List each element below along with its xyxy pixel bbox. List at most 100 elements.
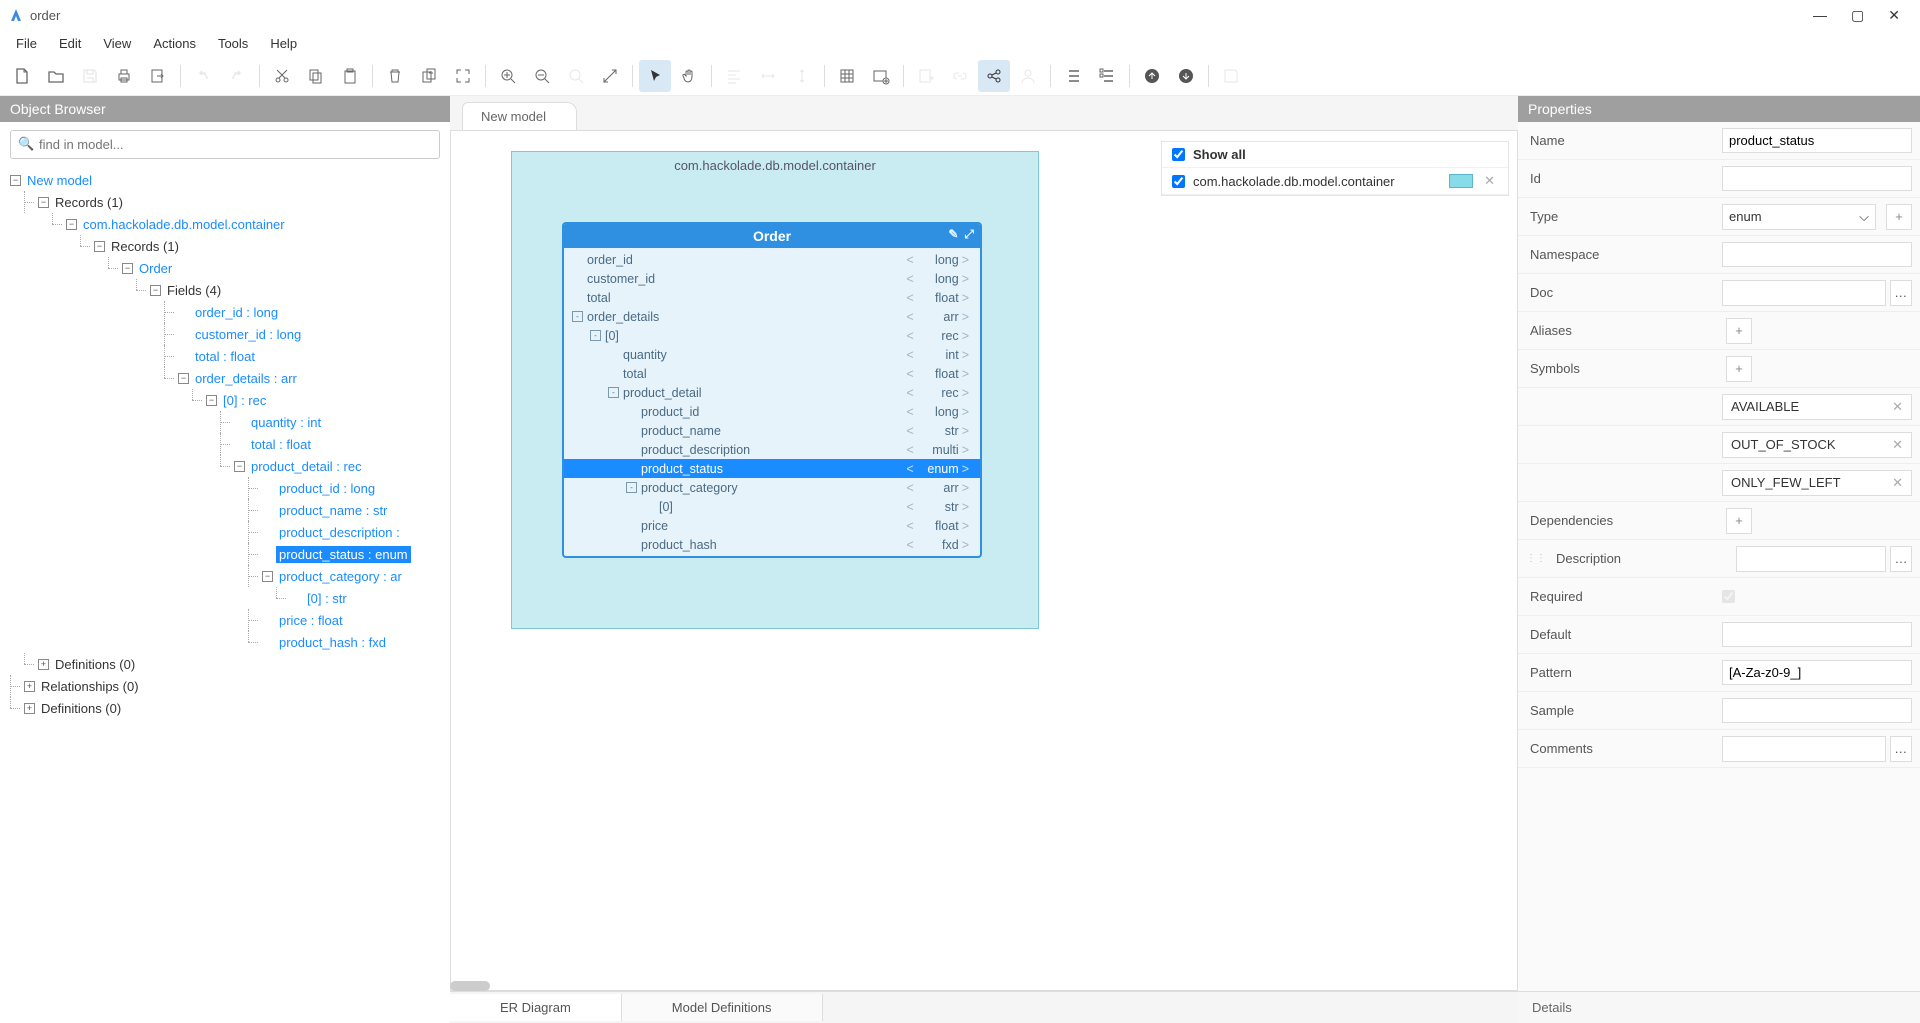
tree-field[interactable]: order_id : long [192,304,281,321]
search-input[interactable] [10,130,440,159]
cut-icon[interactable] [266,60,298,92]
grip-icon[interactable]: ⋮⋮ [1526,553,1552,564]
export-icon[interactable] [142,60,174,92]
model-definitions-tab[interactable]: Model Definitions [622,994,823,1021]
add-dependency-button[interactable]: + [1726,508,1752,534]
tree-toggle[interactable]: − [234,461,245,472]
entity-order[interactable]: Order ✎ ⤢ order_id<long>customer_id<long… [562,222,982,558]
tree-field[interactable]: total : float [192,348,258,365]
prop-pattern-input[interactable] [1722,660,1912,685]
field-toggle[interactable]: - [608,387,619,398]
close-icon[interactable]: ✕ [1888,7,1900,24]
fit-icon[interactable] [447,60,479,92]
tree-root[interactable]: New model [24,172,95,189]
new-file-icon[interactable] [6,60,38,92]
minimize-icon[interactable]: ― [1813,7,1827,24]
entity-field-row[interactable]: product_hash<fxd> [564,535,980,554]
tree-toggle[interactable]: + [24,681,35,692]
tree-order[interactable]: Order [136,260,175,277]
er-diagram-tab[interactable]: ER Diagram [450,994,622,1021]
remove-symbol-icon[interactable]: ✕ [1892,475,1903,491]
entity-field-row[interactable]: -product_detail<rec> [564,383,980,402]
container-box[interactable]: com.hackolade.db.model.container Order ✎… [511,151,1039,629]
tree-toggle[interactable]: − [122,263,133,274]
symbol-value[interactable]: AVAILABLE✕ [1722,394,1912,420]
entity-field-row[interactable]: -product_category<arr> [564,478,980,497]
prop-id-input[interactable] [1722,166,1912,191]
tree-toggle[interactable]: − [38,197,49,208]
menu-help[interactable]: Help [260,33,307,54]
more-button[interactable]: … [1890,280,1912,306]
hand-icon[interactable] [673,60,705,92]
remove-icon[interactable]: ✕ [1481,173,1498,189]
add-symbol-button[interactable]: + [1726,356,1752,382]
tree-container[interactable]: com.hackolade.db.model.container [80,216,288,233]
entity-field-row[interactable]: customer_id<long> [564,269,980,288]
tree-field[interactable]: product_id : long [276,480,378,497]
copy-icon[interactable] [300,60,332,92]
tree-field[interactable]: product_description : [276,524,403,541]
color-swatch[interactable] [1449,174,1473,188]
tree-field[interactable]: product_detail : rec [248,458,365,475]
menu-view[interactable]: View [93,33,141,54]
paste-icon[interactable] [334,60,366,92]
tree-toggle[interactable]: − [10,175,21,186]
prop-default-input[interactable] [1722,622,1912,647]
zoom-out-icon[interactable] [526,60,558,92]
remove-symbol-icon[interactable]: ✕ [1892,437,1903,453]
entity-field-row[interactable]: quantity<int> [564,345,980,364]
tree-toggle[interactable]: − [206,395,217,406]
move-down-icon[interactable] [1170,60,1202,92]
remove-symbol-icon[interactable]: ✕ [1892,399,1903,415]
tree-field[interactable]: order_details : arr [192,370,300,387]
expand-icon[interactable] [594,60,626,92]
tree-toggle[interactable]: − [262,571,273,582]
tree-relationships[interactable]: Relationships (0) [38,678,142,695]
symbol-value[interactable]: OUT_OF_STOCK✕ [1722,432,1912,458]
er-canvas[interactable]: com.hackolade.db.model.container Order ✎… [450,130,1518,991]
menu-file[interactable]: File [6,33,47,54]
container-visibility-checkbox[interactable] [1172,175,1185,188]
tree-field[interactable]: customer_id : long [192,326,304,343]
tree-field[interactable]: [0] : str [304,590,350,607]
duplicate-icon[interactable] [413,60,445,92]
maximize-icon[interactable]: ▢ [1851,7,1864,24]
prop-type-select[interactable]: enum⌵ [1722,204,1876,230]
entity-field-row[interactable]: -order_details<arr> [564,307,980,326]
entity-field-row[interactable]: -[0]<rec> [564,326,980,345]
tree-field[interactable]: price : float [276,612,346,629]
tree-field-selected[interactable]: product_status : enum [276,546,411,563]
entity-field-row[interactable]: product_id<long> [564,402,980,421]
tree-toggle[interactable]: − [94,241,105,252]
tree-definitions[interactable]: Definitions (0) [38,700,124,717]
details-tab[interactable]: Details [1518,991,1920,1023]
expand-icon[interactable]: ⤢ [964,227,974,242]
object-tree[interactable]: −New model −Records (1) −com.hackolade.d… [0,167,450,1023]
entity-header[interactable]: Order ✎ ⤢ [564,224,980,248]
symbol-value[interactable]: ONLY_FEW_LEFT✕ [1722,470,1912,496]
pointer-icon[interactable] [639,60,671,92]
tree-records[interactable]: Records (1) [52,194,126,211]
prop-namespace-input[interactable] [1722,242,1912,267]
tree-toggle[interactable]: − [150,285,161,296]
entity-field-row[interactable]: order_id<long> [564,250,980,269]
print-icon[interactable] [108,60,140,92]
prop-comments-input[interactable] [1722,736,1886,762]
field-toggle[interactable]: - [572,311,583,322]
field-toggle[interactable]: - [626,482,637,493]
tree-toggle[interactable]: + [24,703,35,714]
horizontal-scrollbar[interactable] [450,981,490,991]
menu-actions[interactable]: Actions [143,33,206,54]
tree-field[interactable]: total : float [248,436,314,453]
list-numbered-icon[interactable] [1091,60,1123,92]
field-toggle[interactable]: - [590,330,601,341]
entity-field-row[interactable]: price<float> [564,516,980,535]
open-folder-icon[interactable] [40,60,72,92]
tree-field[interactable]: [0] : rec [220,392,269,409]
prop-name-input[interactable] [1722,128,1912,153]
entity-field-row[interactable]: product_status<enum> [564,459,980,478]
share-icon[interactable] [978,60,1010,92]
add-container-icon[interactable] [865,60,897,92]
delete-icon[interactable] [379,60,411,92]
entity-field-row[interactable]: total<float> [564,364,980,383]
